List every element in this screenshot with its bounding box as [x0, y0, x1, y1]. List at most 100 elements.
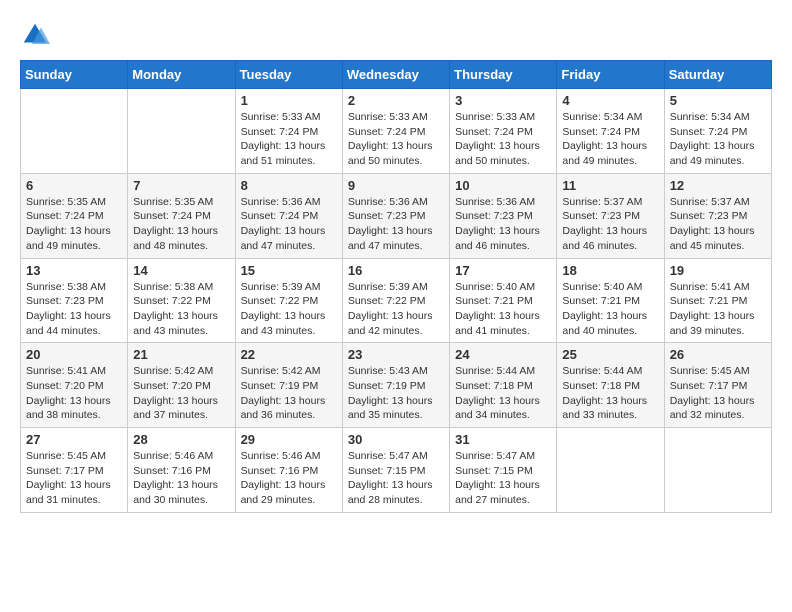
calendar-header-row: SundayMondayTuesdayWednesdayThursdayFrid… [21, 61, 772, 89]
calendar-cell: 5 Sunrise: 5:34 AM Sunset: 7:24 PM Daylig… [664, 89, 771, 174]
day-number: 9 [348, 178, 444, 193]
day-info: Sunrise: 5:44 AM Sunset: 7:18 PM Dayligh… [562, 364, 658, 423]
calendar-cell: 19 Sunrise: 5:41 AM Sunset: 7:21 PM Dayli… [664, 258, 771, 343]
calendar-cell: 3Sunrise: 5:33 AM Sunset: 7:24 PM Daylig… [450, 89, 557, 174]
day-info: Sunrise: 5:38 AM Sunset: 7:23 PM Dayligh… [26, 280, 122, 339]
day-info: Sunrise: 5:46 AM Sunset: 7:16 PM Dayligh… [241, 449, 337, 508]
calendar-cell: 11Sunrise: 5:37 AM Sunset: 7:23 PM Dayli… [557, 173, 664, 258]
calendar-cell [557, 428, 664, 513]
day-info: Sunrise: 5:38 AM Sunset: 7:22 PM Dayligh… [133, 280, 229, 339]
calendar-table: SundayMondayTuesdayWednesdayThursdayFrid… [20, 60, 772, 513]
day-number: 21 [133, 347, 229, 362]
calendar-cell: 24 Sunrise: 5:44 AM Sunset: 7:18 PM Dayli… [450, 343, 557, 428]
calendar-cell: 25 Sunrise: 5:44 AM Sunset: 7:18 PM Dayli… [557, 343, 664, 428]
calendar-cell: 17 Sunrise: 5:40 AM Sunset: 7:21 PM Dayli… [450, 258, 557, 343]
day-number: 14 [133, 263, 229, 278]
day-info: Sunrise: 5:40 AM Sunset: 7:21 PM Dayligh… [562, 280, 658, 339]
day-number: 5 [670, 93, 766, 108]
calendar-cell: 7 Sunrise: 5:35 AM Sunset: 7:24 PM Daylig… [128, 173, 235, 258]
calendar-cell: 18 Sunrise: 5:40 AM Sunset: 7:21 PM Dayli… [557, 258, 664, 343]
day-info: Sunrise: 5:35 AM Sunset: 7:24 PM Dayligh… [26, 195, 122, 254]
calendar-cell: 20 Sunrise: 5:41 AM Sunset: 7:20 PM Dayli… [21, 343, 128, 428]
day-info: Sunrise: 5:47 AM Sunset: 7:15 PM Dayligh… [455, 449, 551, 508]
day-number: 6 [26, 178, 122, 193]
day-number: 7 [133, 178, 229, 193]
week-row-2: 6 Sunrise: 5:35 AM Sunset: 7:24 PM Daylig… [21, 173, 772, 258]
day-info: Sunrise: 5:40 AM Sunset: 7:21 PM Dayligh… [455, 280, 551, 339]
day-number: 8 [241, 178, 337, 193]
calendar-cell: 1 Sunrise: 5:33 AM Sunset: 7:24 PM Daylig… [235, 89, 342, 174]
day-number: 16 [348, 263, 444, 278]
day-number: 27 [26, 432, 122, 447]
day-number: 25 [562, 347, 658, 362]
day-info: Sunrise: 5:41 AM Sunset: 7:21 PM Dayligh… [670, 280, 766, 339]
day-info: Sunrise: 5:34 AM Sunset: 7:24 PM Dayligh… [670, 110, 766, 169]
day-header-saturday: Saturday [664, 61, 771, 89]
day-info: Sunrise: 5:43 AM Sunset: 7:19 PM Dayligh… [348, 364, 444, 423]
calendar-cell: 26Sunrise: 5:45 AM Sunset: 7:17 PM Dayli… [664, 343, 771, 428]
logo-icon [20, 20, 50, 50]
day-info: Sunrise: 5:45 AM Sunset: 7:17 PM Dayligh… [670, 364, 766, 423]
day-number: 1 [241, 93, 337, 108]
day-header-tuesday: Tuesday [235, 61, 342, 89]
day-info: Sunrise: 5:37 AM Sunset: 7:23 PM Dayligh… [562, 195, 658, 254]
day-number: 24 [455, 347, 551, 362]
calendar-cell: 31 Sunrise: 5:47 AM Sunset: 7:15 PM Dayli… [450, 428, 557, 513]
day-header-wednesday: Wednesday [342, 61, 449, 89]
day-number: 20 [26, 347, 122, 362]
day-info: Sunrise: 5:36 AM Sunset: 7:24 PM Dayligh… [241, 195, 337, 254]
day-number: 30 [348, 432, 444, 447]
day-info: Sunrise: 5:44 AM Sunset: 7:18 PM Dayligh… [455, 364, 551, 423]
day-info: Sunrise: 5:34 AM Sunset: 7:24 PM Dayligh… [562, 110, 658, 169]
calendar-cell: 14 Sunrise: 5:38 AM Sunset: 7:22 PM Dayli… [128, 258, 235, 343]
day-number: 10 [455, 178, 551, 193]
day-info: Sunrise: 5:41 AM Sunset: 7:20 PM Dayligh… [26, 364, 122, 423]
calendar-cell: 4 Sunrise: 5:34 AM Sunset: 7:24 PM Daylig… [557, 89, 664, 174]
day-number: 15 [241, 263, 337, 278]
week-row-4: 20 Sunrise: 5:41 AM Sunset: 7:20 PM Dayli… [21, 343, 772, 428]
day-header-sunday: Sunday [21, 61, 128, 89]
day-number: 22 [241, 347, 337, 362]
day-info: Sunrise: 5:45 AM Sunset: 7:17 PM Dayligh… [26, 449, 122, 508]
calendar-cell: 10 Sunrise: 5:36 AM Sunset: 7:23 PM Dayli… [450, 173, 557, 258]
day-number: 28 [133, 432, 229, 447]
day-info: Sunrise: 5:42 AM Sunset: 7:20 PM Dayligh… [133, 364, 229, 423]
calendar-cell: 30 Sunrise: 5:47 AM Sunset: 7:15 PM Dayli… [342, 428, 449, 513]
calendar-cell: 28Sunrise: 5:46 AM Sunset: 7:16 PM Dayli… [128, 428, 235, 513]
day-info: Sunrise: 5:35 AM Sunset: 7:24 PM Dayligh… [133, 195, 229, 254]
day-number: 4 [562, 93, 658, 108]
day-info: Sunrise: 5:36 AM Sunset: 7:23 PM Dayligh… [348, 195, 444, 254]
week-row-1: 1 Sunrise: 5:33 AM Sunset: 7:24 PM Daylig… [21, 89, 772, 174]
day-info: Sunrise: 5:33 AM Sunset: 7:24 PM Dayligh… [241, 110, 337, 169]
calendar-cell: 2 Sunrise: 5:33 AM Sunset: 7:24 PM Daylig… [342, 89, 449, 174]
page-header [20, 20, 772, 50]
day-info: Sunrise: 5:33 AM Sunset: 7:24 PM Dayligh… [455, 110, 551, 169]
calendar-cell: 8 Sunrise: 5:36 AM Sunset: 7:24 PM Daylig… [235, 173, 342, 258]
calendar-cell: 21 Sunrise: 5:42 AM Sunset: 7:20 PM Dayli… [128, 343, 235, 428]
calendar-cell: 23 Sunrise: 5:43 AM Sunset: 7:19 PM Dayli… [342, 343, 449, 428]
day-info: Sunrise: 5:33 AM Sunset: 7:24 PM Dayligh… [348, 110, 444, 169]
day-number: 2 [348, 93, 444, 108]
calendar-cell: 13Sunrise: 5:38 AM Sunset: 7:23 PM Dayli… [21, 258, 128, 343]
week-row-5: 27 Sunrise: 5:45 AM Sunset: 7:17 PM Dayli… [21, 428, 772, 513]
day-number: 19 [670, 263, 766, 278]
calendar-cell: 16Sunrise: 5:39 AM Sunset: 7:22 PM Dayli… [342, 258, 449, 343]
day-number: 23 [348, 347, 444, 362]
calendar-cell [128, 89, 235, 174]
calendar-cell: 22 Sunrise: 5:42 AM Sunset: 7:19 PM Dayli… [235, 343, 342, 428]
day-header-monday: Monday [128, 61, 235, 89]
week-row-3: 13Sunrise: 5:38 AM Sunset: 7:23 PM Dayli… [21, 258, 772, 343]
day-info: Sunrise: 5:42 AM Sunset: 7:19 PM Dayligh… [241, 364, 337, 423]
day-number: 17 [455, 263, 551, 278]
day-info: Sunrise: 5:39 AM Sunset: 7:22 PM Dayligh… [241, 280, 337, 339]
calendar-cell: 15 Sunrise: 5:39 AM Sunset: 7:22 PM Dayli… [235, 258, 342, 343]
day-info: Sunrise: 5:47 AM Sunset: 7:15 PM Dayligh… [348, 449, 444, 508]
day-header-friday: Friday [557, 61, 664, 89]
calendar-cell: 12Sunrise: 5:37 AM Sunset: 7:23 PM Dayli… [664, 173, 771, 258]
day-number: 18 [562, 263, 658, 278]
day-info: Sunrise: 5:36 AM Sunset: 7:23 PM Dayligh… [455, 195, 551, 254]
day-number: 31 [455, 432, 551, 447]
calendar-cell: 29Sunrise: 5:46 AM Sunset: 7:16 PM Dayli… [235, 428, 342, 513]
calendar-cell: 6 Sunrise: 5:35 AM Sunset: 7:24 PM Daylig… [21, 173, 128, 258]
calendar-cell: 9 Sunrise: 5:36 AM Sunset: 7:23 PM Daylig… [342, 173, 449, 258]
